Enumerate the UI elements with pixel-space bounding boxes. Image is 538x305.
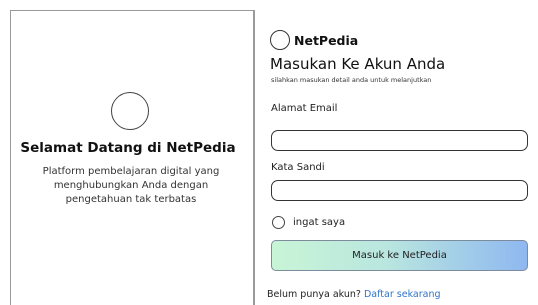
- signup-link[interactable]: Daftar sekarang: [364, 289, 441, 300]
- form-subtitle: silahkan masukan detail anda untuk melan…: [271, 76, 432, 84]
- email-field[interactable]: [271, 130, 528, 151]
- password-field[interactable]: [271, 180, 528, 201]
- signup-prompt-text: Belum punya akun?: [267, 289, 361, 300]
- welcome-description: Platform pembelajaran digital yang mengh…: [42, 166, 220, 205]
- form-title: Masukan Ke Akun Anda: [270, 55, 446, 73]
- remember-me-label: ingat saya: [293, 217, 346, 228]
- panel-divider: [254, 10, 255, 305]
- login-page: Selamat Datang di NetPedia Platform pemb…: [0, 0, 538, 305]
- welcome-logo-icon: [111, 92, 149, 130]
- radio-icon[interactable]: [272, 216, 285, 229]
- remember-me-option[interactable]: ingat saya: [272, 216, 345, 229]
- brand: NetPedia: [270, 30, 358, 50]
- signup-prompt: Belum punya akun? Daftar sekarang: [267, 289, 441, 300]
- login-button[interactable]: Masuk ke NetPedia: [271, 240, 528, 271]
- welcome-title: Selamat Datang di NetPedia: [20, 140, 236, 156]
- welcome-panel: [10, 10, 254, 305]
- brand-name: NetPedia: [294, 32, 359, 48]
- brand-logo-icon: [270, 30, 290, 50]
- email-label: Alamat Email: [271, 103, 338, 114]
- password-label: Kata Sandi: [271, 162, 325, 173]
